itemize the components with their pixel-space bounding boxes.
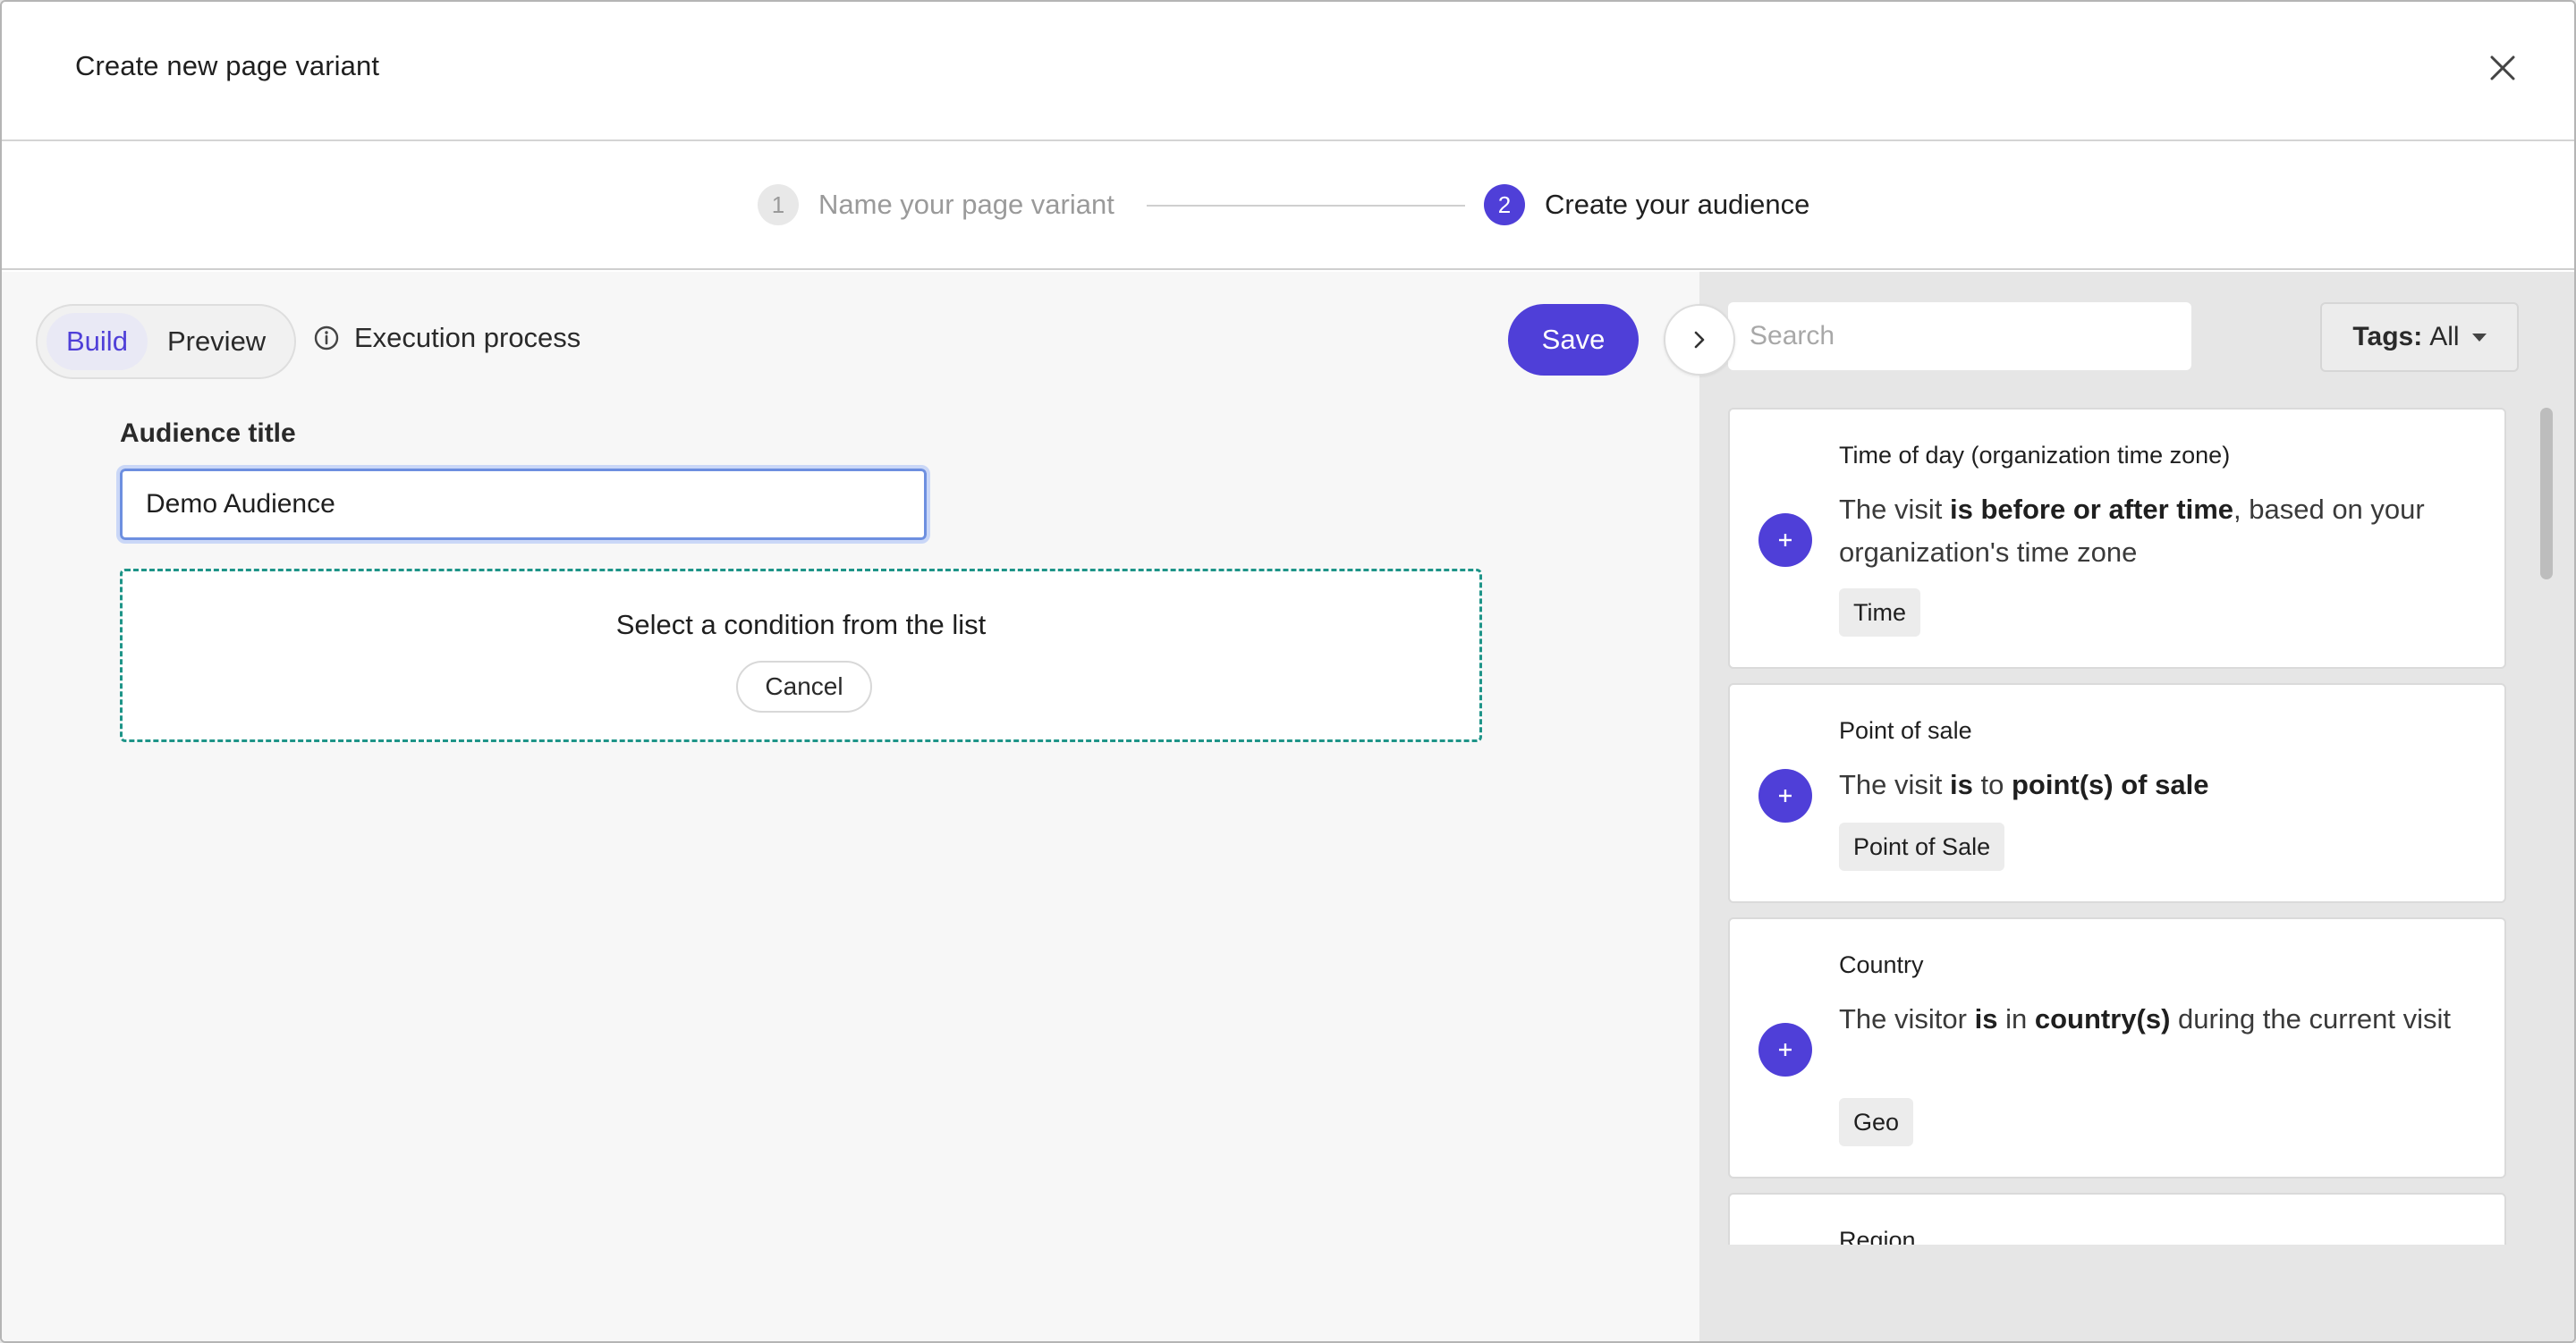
tags-label: Tags: <box>2352 322 2423 351</box>
condition-card-time-of-day[interactable]: Time of day (organization time zone) The… <box>1728 408 2506 669</box>
conditions-list: Time of day (organization time zone) The… <box>1728 408 2522 1245</box>
condition-description: The visit is before or after time, based… <box>1839 494 2425 568</box>
condition-tag: Point of Sale <box>1839 823 2005 871</box>
condition-dropzone: Select a condition from the list Cancel <box>120 569 1482 742</box>
cancel-button[interactable]: Cancel <box>736 661 872 713</box>
add-icon[interactable] <box>1758 513 1812 567</box>
modal-header: Create new page variant <box>2 2 2574 141</box>
condition-title: Country <box>1839 951 1924 978</box>
condition-tag: Time <box>1839 588 1920 637</box>
stepper: 1 Name your page variant 2 Create your a… <box>2 143 2574 270</box>
conditions-panel: Tags: All Time of day (organization time… <box>1699 272 2574 1341</box>
modal-title: Create new page variant <box>75 50 380 81</box>
tab-preview[interactable]: Preview <box>148 313 285 370</box>
add-icon[interactable] <box>1758 769 1812 823</box>
step-number: 2 <box>1484 184 1525 225</box>
chevron-right-icon <box>1694 331 1705 349</box>
create-variant-modal: Create new page variant 1 Name your page… <box>0 0 2576 1343</box>
tags-value: All <box>2429 322 2460 351</box>
dropzone-message: Select a condition from the list <box>615 609 987 640</box>
condition-title: Region <box>1839 1227 1916 1245</box>
close-icon[interactable] <box>2485 50 2521 86</box>
tab-build[interactable]: Build <box>47 313 148 370</box>
conditions-scrollbar[interactable] <box>2540 408 2553 579</box>
condition-description: The visitor is in country(s) during the … <box>1839 1003 2451 1035</box>
step-number: 1 <box>758 184 799 225</box>
condition-card-region[interactable]: Region <box>1728 1193 2506 1245</box>
info-icon <box>314 325 339 351</box>
build-preview-toggle: Build Preview <box>36 304 297 379</box>
execution-process-label: Execution process <box>354 322 581 353</box>
step-create-audience[interactable]: 2 Create your audience <box>1484 184 1809 225</box>
condition-title: Time of day (organization time zone) <box>1839 442 2231 469</box>
step-label: Create your audience <box>1545 189 1810 220</box>
execution-process-link[interactable]: Execution process <box>313 322 580 354</box>
collapse-panel-button[interactable] <box>1664 304 1735 376</box>
condition-tag: Geo <box>1839 1098 1914 1146</box>
search-input[interactable] <box>1728 302 2191 370</box>
condition-description: The visit is to point(s) of sale <box>1839 769 2209 800</box>
audience-title-label: Audience title <box>120 418 296 448</box>
condition-card-country[interactable]: Country The visitor is in country(s) dur… <box>1728 917 2506 1178</box>
step-label: Name your page variant <box>818 189 1114 220</box>
add-icon[interactable] <box>1758 1023 1812 1077</box>
audience-title-input[interactable] <box>116 465 930 544</box>
save-button[interactable]: Save <box>1508 304 1639 376</box>
step-connector <box>1147 205 1465 207</box>
caret-down-icon <box>2471 333 2487 342</box>
condition-card-point-of-sale[interactable]: Point of sale The visit is to point(s) o… <box>1728 683 2506 903</box>
tags-filter-dropdown[interactable]: Tags: All <box>2320 302 2519 372</box>
audience-builder: Build Preview Execution process Save Aud… <box>2 272 1699 1341</box>
condition-title: Point of sale <box>1839 717 1972 744</box>
step-name-variant[interactable]: 1 Name your page variant <box>758 184 1114 225</box>
